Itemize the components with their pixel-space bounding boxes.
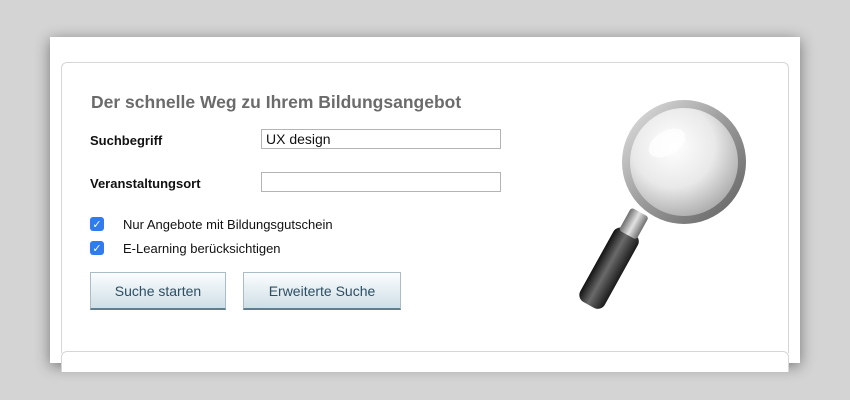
- page-title: Der schnelle Weg zu Ihrem Bildungsangebo…: [91, 92, 462, 112]
- location-input[interactable]: [261, 172, 501, 192]
- search-panel: Der schnelle Weg zu Ihrem Bildungsangebo…: [61, 62, 789, 353]
- magnifying-glass-icon: [579, 100, 746, 309]
- search-term-input[interactable]: [261, 129, 501, 149]
- elearning-checkbox-label[interactable]: E-Learning berücksichtigen: [123, 241, 281, 256]
- search-widget-frame: Der schnelle Weg zu Ihrem Bildungsangebo…: [50, 37, 800, 372]
- elearning-checkbox[interactable]: ✓: [90, 241, 104, 255]
- voucher-option[interactable]: ✓ Nur Angebote mit Bildungsgutschein: [90, 215, 333, 233]
- secondary-panel: [61, 351, 789, 372]
- voucher-checkbox-label[interactable]: Nur Angebote mit Bildungsgutschein: [123, 217, 333, 232]
- voucher-checkbox[interactable]: ✓: [90, 217, 104, 231]
- checkmark-icon: ✓: [92, 217, 102, 231]
- search-term-label: Suchbegriff: [90, 133, 163, 148]
- checkmark-icon: ✓: [92, 241, 102, 255]
- location-label: Veranstaltungsort: [90, 176, 201, 191]
- advanced-search-button[interactable]: Erweiterte Suche: [243, 272, 401, 310]
- elearning-option[interactable]: ✓ E-Learning berücksichtigen: [90, 239, 281, 257]
- start-search-button[interactable]: Suche starten: [90, 272, 226, 310]
